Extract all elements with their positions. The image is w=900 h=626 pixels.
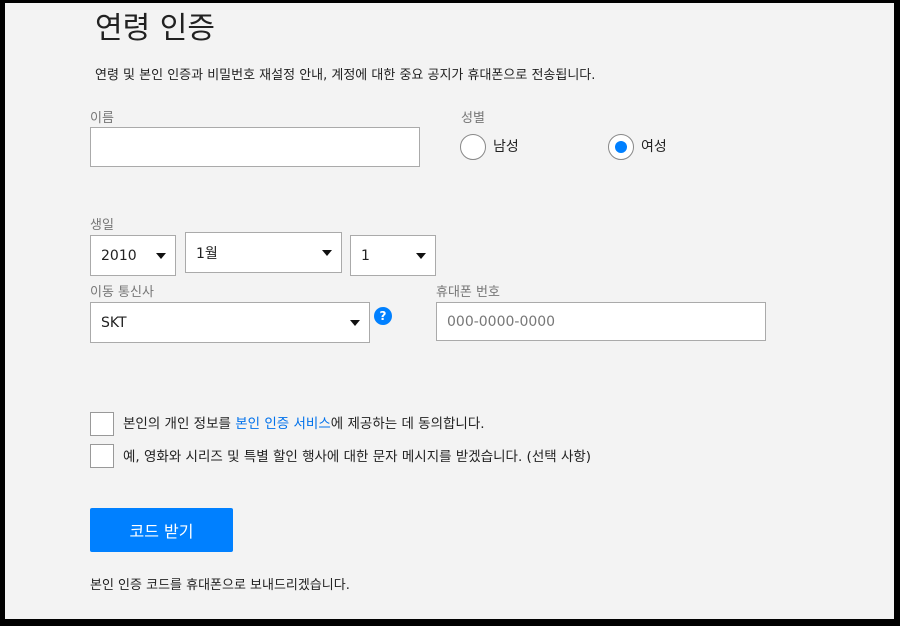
age-verification-panel: 연령 인증 연령 및 본인 인증과 비밀번호 재설정 안내, 계정에 대한 중요… bbox=[5, 3, 894, 619]
gender-label: 성별 bbox=[461, 111, 485, 126]
name-input[interactable] bbox=[90, 127, 420, 167]
gender-female-label: 여성 bbox=[641, 139, 667, 155]
birth-month-select[interactable]: 1월 bbox=[185, 232, 342, 273]
carrier-value: SKT bbox=[101, 314, 127, 331]
gender-male-radio[interactable] bbox=[460, 134, 486, 160]
consent-text: 본인의 개인 정보를 본인 인증 서비스에 제공하는 데 동의합니다. bbox=[123, 415, 485, 433]
page-title: 연령 인증 bbox=[95, 11, 215, 46]
phone-label: 휴대폰 번호 bbox=[436, 285, 500, 300]
page-description: 연령 및 본인 인증과 비밀번호 재설정 안내, 계정에 대한 중요 공지가 휴… bbox=[95, 68, 596, 83]
help-icon[interactable]: ? bbox=[374, 307, 392, 325]
birth-year-value: 2010 bbox=[101, 247, 137, 264]
gender-female-radio[interactable] bbox=[608, 134, 634, 160]
marketing-checkbox[interactable] bbox=[90, 444, 114, 468]
get-code-button[interactable]: 코드 받기 bbox=[90, 508, 233, 552]
marketing-text: 예, 영화와 시리즈 및 특별 할인 행사에 대한 문자 메시지를 받겠습니다.… bbox=[123, 449, 592, 465]
consent-checkbox[interactable] bbox=[90, 412, 114, 436]
verification-service-link[interactable]: 본인 인증 서비스 bbox=[235, 416, 331, 432]
birth-year-select[interactable]: 2010 bbox=[90, 235, 176, 276]
caret-down-icon bbox=[322, 249, 332, 256]
gender-male-label: 남성 bbox=[493, 139, 519, 155]
birth-day-value: 1 bbox=[361, 247, 370, 264]
birthday-label: 생일 bbox=[90, 218, 114, 233]
consent-text-prefix: 본인의 개인 정보를 bbox=[123, 416, 236, 432]
carrier-label: 이동 통신사 bbox=[90, 285, 154, 300]
birth-day-select[interactable]: 1 bbox=[350, 235, 436, 276]
caret-down-icon bbox=[416, 252, 426, 259]
caret-down-icon bbox=[350, 319, 360, 326]
carrier-select[interactable]: SKT bbox=[90, 302, 370, 343]
phone-input[interactable] bbox=[436, 302, 766, 341]
footnote-text: 본인 인증 코드를 휴대폰으로 보내드리겠습니다. bbox=[90, 578, 350, 593]
caret-down-icon bbox=[156, 252, 166, 259]
birth-month-value: 1월 bbox=[196, 245, 218, 262]
name-label: 이름 bbox=[90, 111, 114, 126]
consent-text-suffix: 에 제공하는 데 동의합니다. bbox=[330, 416, 485, 432]
